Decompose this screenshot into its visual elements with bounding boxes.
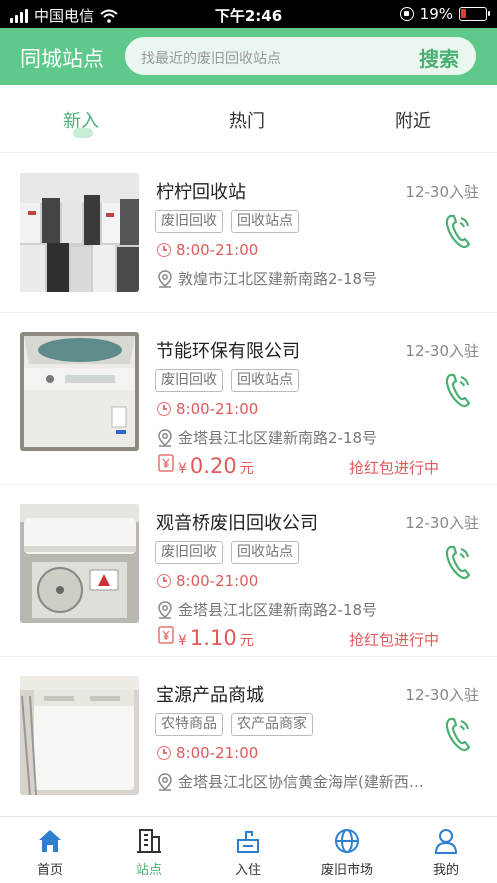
tab-popular[interactable]: 热门 [229, 107, 265, 133]
station-tag: 回收站点 [231, 210, 299, 233]
search-placeholder: 找最近的废旧回收站点 [141, 51, 281, 67]
station-tag: 农产品商家 [231, 713, 313, 736]
station-address: 金塔县江北区建新南路2-18号 [178, 601, 378, 619]
nav-stations[interactable]: 站点 [109, 827, 189, 878]
station-name[interactable]: 观音桥废旧回收公司 [156, 509, 318, 535]
price-unit: 元 [239, 633, 254, 649]
station-tag: 废旧回收 [155, 210, 223, 233]
station-card[interactable]: 宝源产品商城 12-30入驻 农特商品 农产品商家 8:00-21:00 金塔县… [0, 657, 497, 816]
nav-home[interactable]: 首页 [10, 827, 90, 878]
nav-label: 我的 [432, 863, 459, 878]
station-card[interactable]: 柠柠回收站 12-30入驻 废旧回收 回收站点 8:00-21:00 敦煌市江北… [0, 154, 497, 313]
home-icon [39, 830, 61, 852]
nav-profile[interactable]: 我的 [406, 827, 486, 878]
station-name[interactable]: 宝源产品商城 [156, 681, 264, 707]
join-date: 12-30入驻 [405, 183, 479, 201]
station-address: 金塔县江北区建新南路2-18号 [178, 429, 378, 447]
station-tag: 废旧回收 [155, 541, 223, 564]
station-tag: 废旧回收 [155, 369, 223, 392]
phone-icon[interactable] [443, 543, 473, 581]
location-pin-icon [158, 428, 172, 447]
nav-label: 站点 [135, 863, 162, 878]
clock-icon [157, 574, 171, 588]
join-date: 12-30入驻 [405, 686, 479, 704]
station-card[interactable]: 节能环保有限公司 12-30入驻 废旧回收 回收站点 8:00-21:00 金塔… [0, 313, 497, 485]
opening-hours: 8:00-21:00 [176, 744, 259, 762]
phone-icon[interactable] [443, 212, 473, 250]
join-date: 12-30入驻 [405, 342, 479, 360]
search-button[interactable]: 搜索 [419, 43, 459, 72]
building-icon [137, 829, 161, 853]
price-currency: ¥ [178, 461, 187, 477]
status-bar: 中国电信 下午2:46 19% [0, 0, 497, 28]
globe-icon [335, 829, 359, 853]
station-name[interactable]: 节能环保有限公司 [156, 337, 300, 363]
location-pin-icon [158, 269, 172, 288]
price-tag-icon [158, 626, 174, 644]
station-card[interactable]: 观音桥废旧回收公司 12-30入驻 废旧回收 回收站点 8:00-21:00 金… [0, 485, 497, 657]
location-pin-icon [158, 600, 172, 619]
opening-hours: 8:00-21:00 [176, 241, 259, 259]
red-packet-promo[interactable]: 抢红包进行中 [349, 457, 439, 478]
price-value: 0.20 [189, 454, 237, 478]
station-name[interactable]: 柠柠回收站 [156, 178, 246, 204]
price-tag-icon [158, 454, 174, 472]
nav-market[interactable]: 废旧市场 [307, 827, 387, 878]
red-packet-promo[interactable]: 抢红包进行中 [349, 629, 439, 650]
station-address: 金塔县江北区协信黄金海岸(建新西… [178, 773, 424, 791]
price: ¥ 1.10 元 [157, 625, 254, 650]
tab-nearby[interactable]: 附近 [395, 107, 431, 133]
opening-hours: 8:00-21:00 [176, 400, 259, 418]
price-value: 1.10 [189, 626, 237, 650]
station-image-washer [20, 332, 139, 451]
nav-enter[interactable]: 入住 [208, 827, 288, 878]
station-address: 敦煌市江北区建新南路2-18号 [178, 270, 378, 288]
phone-icon[interactable] [443, 715, 473, 753]
station-tag: 农特商品 [155, 713, 223, 736]
opening-hours: 8:00-21:00 [176, 572, 259, 590]
clock-icon [157, 746, 171, 760]
join-date: 12-30入驻 [405, 514, 479, 532]
enter-icon [237, 831, 259, 853]
clock-icon [157, 402, 171, 416]
page-title: 同城站点 [20, 47, 104, 71]
price-currency: ¥ [178, 633, 187, 649]
rotation-lock-icon [399, 7, 414, 21]
nav-label: 入住 [234, 863, 261, 878]
battery-percent: 19% [419, 5, 453, 23]
price: ¥ 0.20 元 [157, 453, 254, 478]
station-image-aircon [20, 504, 139, 623]
nav-label: 首页 [36, 863, 63, 878]
tab-bar: 新入 热门 附近 [0, 85, 497, 153]
header-bar: 同城站点 找最近的废旧回收站点 搜索 [0, 28, 497, 85]
search-input[interactable]: 找最近的废旧回收站点 搜索 [125, 37, 476, 75]
battery-icon [459, 7, 490, 21]
station-tag: 回收站点 [231, 369, 299, 392]
nav-label: 废旧市场 [320, 863, 373, 878]
location-pin-icon [158, 772, 172, 791]
user-icon [434, 829, 458, 854]
station-tag: 回收站点 [231, 541, 299, 564]
station-image-fridges [20, 173, 139, 292]
active-tab-indicator [73, 128, 93, 138]
bottom-nav: 首页 站点 入住 废旧市场 我的 [0, 816, 497, 883]
phone-icon[interactable] [443, 371, 473, 409]
station-image-twin-washer [20, 676, 139, 795]
price-unit: 元 [239, 461, 254, 477]
clock-icon [157, 243, 171, 257]
